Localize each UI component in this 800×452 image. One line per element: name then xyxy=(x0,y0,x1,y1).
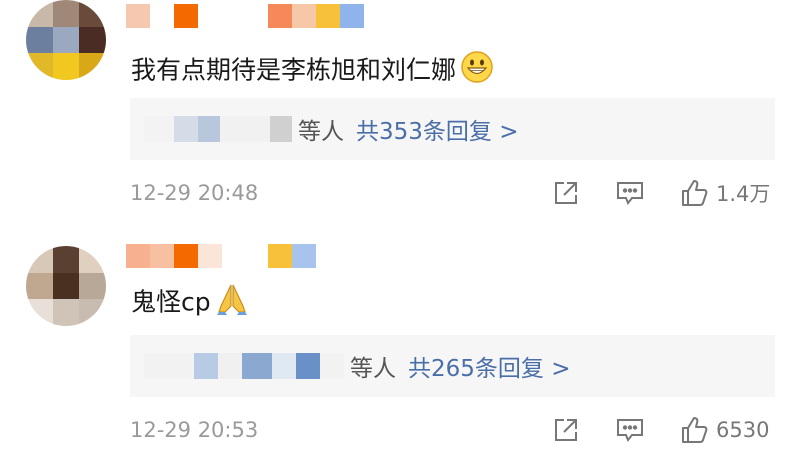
timestamp: 12-29 20:53 xyxy=(130,418,259,442)
folded-hands-icon xyxy=(215,282,249,325)
comment-item: 鬼怪cp 等人 共265条回复 > 12-29 20:53 6530 xyxy=(0,240,800,452)
reply-icon[interactable] xyxy=(616,416,644,444)
view-replies-link[interactable]: 共353条回复 > xyxy=(356,112,518,146)
like-count: 1.4万 xyxy=(716,182,771,206)
reply-usernames-redacted xyxy=(144,114,292,144)
avatar[interactable] xyxy=(26,246,106,326)
comment-text: 鬼怪cp xyxy=(131,282,249,325)
share-icon[interactable] xyxy=(552,416,580,444)
avatar[interactable] xyxy=(26,0,106,80)
like-icon[interactable] xyxy=(680,416,708,444)
comment-meta: 12-29 20:48 1.4万 xyxy=(130,178,800,208)
comment-text: 我有点期待是李栋旭和刘仁娜 xyxy=(131,50,494,93)
comment-actions: 1.4万 xyxy=(552,178,770,208)
replies-preview[interactable]: 等人 共265条回复 > xyxy=(130,335,775,397)
like-icon[interactable] xyxy=(680,179,708,207)
grinning-face-icon xyxy=(460,50,494,93)
view-replies-link[interactable]: 共265条回复 > xyxy=(408,349,570,383)
replies-suffix: 等人 xyxy=(350,356,396,382)
comment-actions: 6530 xyxy=(552,415,769,445)
reply-icon[interactable] xyxy=(616,179,644,207)
timestamp: 12-29 20:48 xyxy=(130,181,259,205)
username-redacted[interactable] xyxy=(126,244,316,270)
comment-item: 我有点期待是李栋旭和刘仁娜 等人 共353条回复 > 12-29 20:48 1… xyxy=(0,0,800,228)
replies-preview[interactable]: 等人 共353条回复 > xyxy=(130,98,775,160)
username-redacted[interactable] xyxy=(126,4,364,30)
replies-suffix: 等人 xyxy=(298,119,344,145)
share-icon[interactable] xyxy=(552,179,580,207)
reply-usernames-redacted xyxy=(144,351,344,381)
comment-meta: 12-29 20:53 6530 xyxy=(130,415,800,445)
like-count: 6530 xyxy=(716,418,770,442)
